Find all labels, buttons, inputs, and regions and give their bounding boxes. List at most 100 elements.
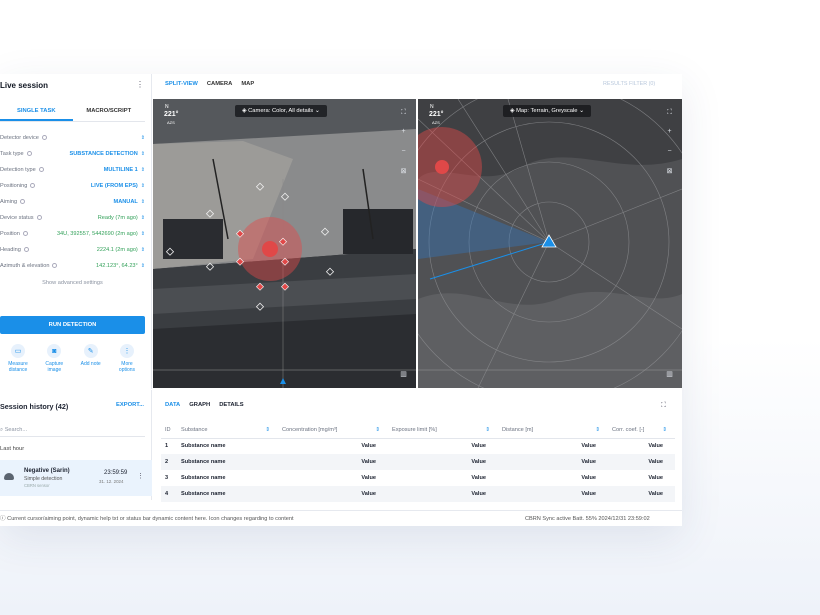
row-device-status[interactable]: Device status Ready (7m ago) ⇕ xyxy=(0,210,145,226)
kebab-menu-icon[interactable]: ⋮ xyxy=(136,80,144,89)
chevron-updown-icon: ⇕ xyxy=(140,151,145,157)
expand-icon[interactable]: ⛶ xyxy=(661,402,666,410)
camera-mode-dropdown[interactable]: ◈ Camera: Color, All details ⌄ xyxy=(235,105,327,117)
row-label: Task type xyxy=(0,151,24,157)
camera-image xyxy=(153,99,416,388)
row-task-type[interactable]: Task type SUBSTANCE DETECTION ⇕ xyxy=(0,146,145,162)
capture-image-button[interactable]: ◙ Capture image xyxy=(40,344,68,373)
show-advanced-settings-link[interactable]: Show advanced settings xyxy=(0,280,145,286)
camera-view[interactable]: N 221° AZS ◈ Camera: Color, All details … xyxy=(153,99,416,388)
column-header[interactable]: Distance [m] ⇕ xyxy=(498,422,608,439)
column-header[interactable]: Concentration [mg/m³] ⇕ xyxy=(278,422,388,439)
chevron-down-icon: ⌄ xyxy=(314,108,320,114)
sort-icon: ⇕ xyxy=(375,426,380,433)
zoom-out-icon[interactable]: − xyxy=(665,147,674,156)
chevron-down-icon: ⌄ xyxy=(579,108,585,114)
zoom-out-icon[interactable]: − xyxy=(399,147,408,156)
chevron-updown-icon: ⇕ xyxy=(140,247,145,253)
row-value: MULTILINE 1 xyxy=(103,167,138,173)
tab-details[interactable]: DETAILS xyxy=(219,402,243,408)
row-aiming[interactable]: Aiming MANUAL ⇕ xyxy=(0,194,145,210)
sort-icon: ⇕ xyxy=(595,426,600,433)
table-header-row: ID Substance ⇕ Concentration [mg/m³] ⇕ Exp… xyxy=(161,422,675,439)
row-detector-device[interactable]: Detector device ⇕ xyxy=(0,130,145,146)
action-label: Measure distance xyxy=(8,361,28,373)
column-header[interactable]: Corr. coef. [-] ⇕ xyxy=(608,422,675,439)
map-view[interactable]: N 221° AZS ◈ Map: Terrain, Greyscale ⌄ ⛶… xyxy=(418,99,682,388)
item-name: Negative (Sarin) xyxy=(24,468,70,474)
cell-corr: Value xyxy=(648,475,663,481)
table-row[interactable]: 4 Substance name Value Value Value Value xyxy=(161,486,675,502)
row-value: Ready (7m ago) xyxy=(97,215,138,221)
chevron-updown-icon: ⇕ xyxy=(140,167,145,173)
table-row[interactable]: 3 Substance name Value Value Value Value xyxy=(161,470,675,486)
export-button[interactable]: EXPORT... xyxy=(116,402,144,408)
row-heading[interactable]: Heading 2224.1 (2m ago) ⇕ xyxy=(0,242,145,258)
cell-concentration: Value xyxy=(361,443,376,450)
ruler-icon: ▭ xyxy=(11,344,25,358)
cell-exposure: Value xyxy=(471,475,486,481)
dropdown-value: Color, All details xyxy=(271,108,314,114)
cell-id: 2 xyxy=(161,454,177,470)
action-label: Capture image xyxy=(45,361,64,373)
chevron-updown-icon: ⇕ xyxy=(140,215,145,221)
dropdown-label: Map: xyxy=(516,108,529,114)
search-placeholder: Search... xyxy=(4,427,28,433)
add-note-button[interactable]: ✎ Add note xyxy=(77,344,105,373)
reset-view-icon[interactable]: ⊠ xyxy=(399,167,408,176)
row-positioning[interactable]: Positioning LIVE (FROM EPS) ⇕ xyxy=(0,178,145,194)
info-icon xyxy=(30,183,36,189)
histogram-icon[interactable]: ▥ xyxy=(399,370,408,379)
zoom-in-icon[interactable]: + xyxy=(665,127,674,136)
info-icon xyxy=(26,151,32,157)
session-history-panel: Session history (42) EXPORT... ⌕ Search.… xyxy=(0,390,152,500)
reset-view-icon[interactable]: ⊠ xyxy=(665,167,674,176)
item-date: 31. 12. 2024 xyxy=(99,479,124,484)
status-message: Current cursor/aiming point, dynamic hel… xyxy=(7,516,294,522)
info-icon xyxy=(52,263,58,269)
tab-data[interactable]: DATA xyxy=(165,402,180,408)
zoom-in-icon[interactable]: + xyxy=(399,127,408,136)
row-value: SUBSTANCE DETECTION xyxy=(69,151,138,157)
column-header[interactable]: Exposure limit [%] ⇕ xyxy=(388,422,498,439)
row-azimuth-elevation[interactable]: Azimuth & elevation 142.123°, 64.23° ⇕ xyxy=(0,258,145,274)
map-mode-dropdown[interactable]: ◈ Map: Terrain, Greyscale ⌄ xyxy=(503,105,592,117)
cloud-icon xyxy=(4,473,14,480)
more-options-button[interactable]: ⋮ More options xyxy=(113,344,141,373)
row-label: Device status xyxy=(0,215,34,221)
fullscreen-icon[interactable]: ⛶ xyxy=(665,108,674,117)
cell-concentration: Value xyxy=(361,475,376,481)
tab-split-view[interactable]: SPLIT-VIEW xyxy=(165,81,198,87)
app-window: Live session ⋮ SINGLE TASK MACRO/SCRIPT … xyxy=(0,74,682,526)
tab-camera[interactable]: CAMERA xyxy=(207,81,232,87)
column-header-label: Distance [m] xyxy=(502,426,534,433)
history-list-item[interactable]: Negative (Sarin) Simple detection CBRN s… xyxy=(0,460,152,496)
fullscreen-icon[interactable]: ⛶ xyxy=(399,108,408,117)
cell-corr: Value xyxy=(608,454,675,470)
results-filter-button[interactable]: RESULTS FILTER (0) xyxy=(603,81,655,87)
histogram-icon[interactable]: ▥ xyxy=(665,370,674,379)
column-header[interactable]: ID xyxy=(161,422,177,439)
column-header-label: Corr. coef. [-] xyxy=(612,426,645,433)
row-position[interactable]: Position 34U, 392557, 5442690 (2m ago) ⇕ xyxy=(0,226,145,242)
run-detection-button[interactable]: RUN DETECTION xyxy=(0,316,145,334)
table-row[interactable]: 1 Substance name Value Value Value Value xyxy=(161,438,675,454)
tab-single-task[interactable]: SINGLE TASK xyxy=(0,102,73,121)
table-row[interactable]: 2 Substance name Value Value Value Value xyxy=(161,454,675,470)
task-tabs: SINGLE TASK MACRO/SCRIPT xyxy=(0,102,145,122)
row-value: LIVE (FROM EPS) xyxy=(90,183,138,189)
row-value: MANUAL xyxy=(113,199,138,205)
tab-map[interactable]: MAP xyxy=(241,81,254,87)
item-kebab-icon[interactable]: ⋮ xyxy=(137,472,144,480)
column-header[interactable]: Substance ⇕ xyxy=(177,422,278,439)
history-title: Session history (42) xyxy=(0,402,69,411)
measure-distance-button[interactable]: ▭ Measure distance xyxy=(4,344,32,373)
tab-graph[interactable]: GRAPH xyxy=(189,402,210,408)
pencil-icon: ✎ xyxy=(83,344,98,358)
chevron-updown-icon: ⇕ xyxy=(140,231,145,237)
row-label: Detection type xyxy=(0,167,36,173)
cell-substance: Substance name xyxy=(177,454,278,470)
row-detection-type[interactable]: Detection type MULTILINE 1 ⇕ xyxy=(0,162,145,178)
tab-macro-script[interactable]: MACRO/SCRIPT xyxy=(73,102,146,121)
history-search-input[interactable]: ⌕ Search... xyxy=(0,423,145,437)
